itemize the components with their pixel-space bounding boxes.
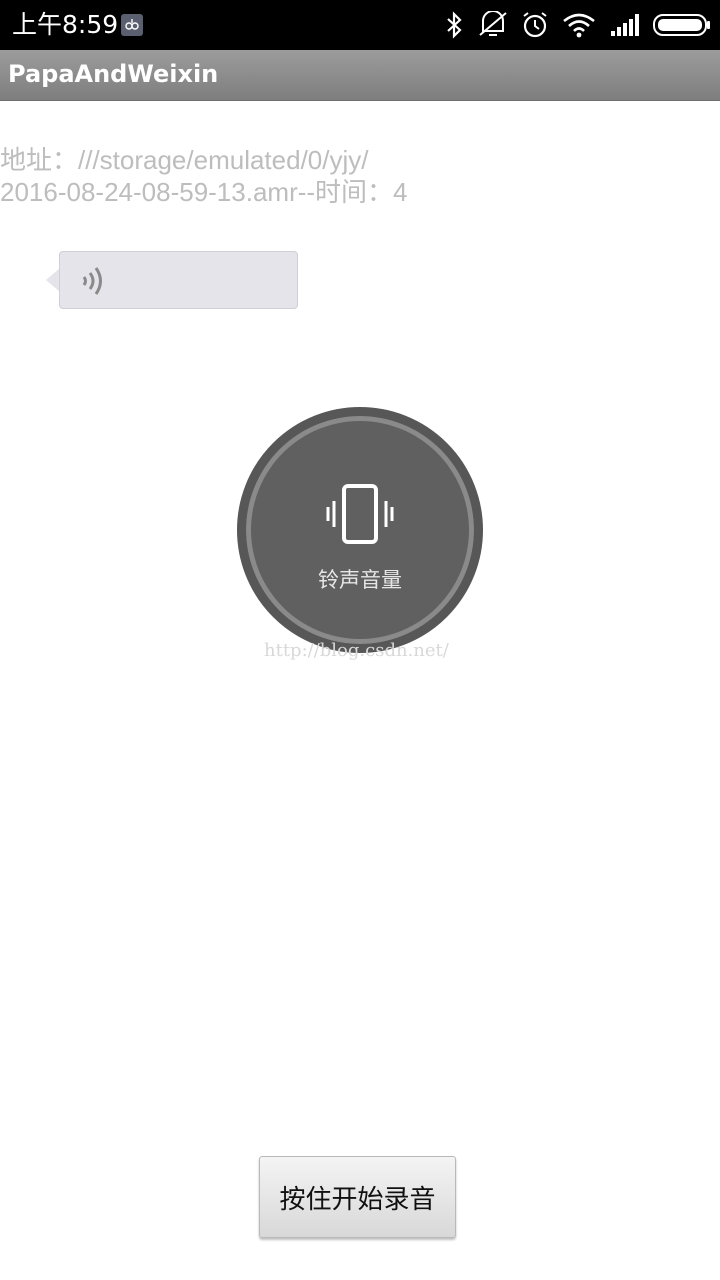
voice-bubble-tail [46,268,60,292]
bluetooth-icon [444,11,466,43]
record-path-line: 地址：///storage/emulated/0/yjy/ [0,145,369,175]
battery-icon [653,14,711,40]
notification-icon [121,14,143,36]
signal-icon [609,11,643,43]
volume-label: 铃声音量 [318,568,402,592]
wifi-icon [562,11,596,43]
record-info: 地址：///storage/emulated/0/yjy/ 2016-08-24… [0,144,700,208]
alarm-icon [521,11,549,43]
vibrate-phone-icon [326,483,394,549]
app-title: PapaAndWeixin [8,60,219,88]
record-file-line: 2016-08-24-08-59-13.amr--时间：4 [0,177,408,207]
status-time: 上午8:59 [12,10,119,39]
vibrate-off-icon [477,10,509,43]
sound-wave-icon [78,262,110,304]
status-bar: 上午8:59 [0,0,720,50]
record-button[interactable]: 按住开始录音 [259,1156,456,1238]
app-bar: PapaAndWeixin [0,50,720,101]
watermark: http://blog.csdn.net/ [264,640,449,661]
